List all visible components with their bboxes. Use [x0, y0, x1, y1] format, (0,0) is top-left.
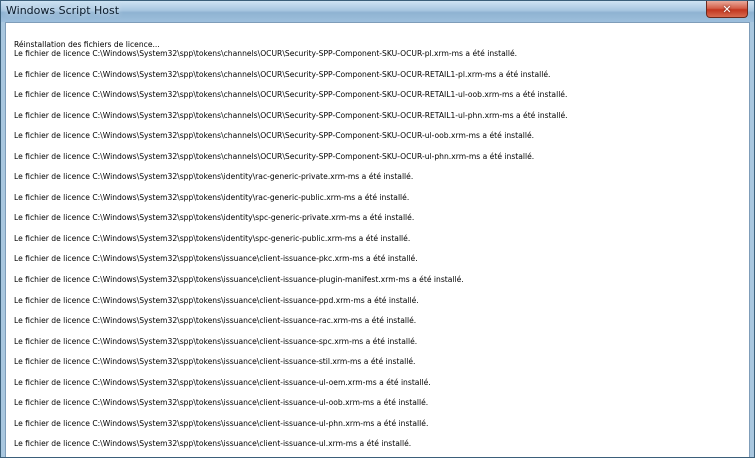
close-button[interactable]: ✕	[706, 1, 748, 18]
license-line: Le fichier de licence C:\Windows\System3…	[14, 49, 518, 58]
close-icon: ✕	[722, 2, 732, 16]
message-area: Réinstallation des fichiers de licence..…	[5, 22, 750, 457]
license-line: Le fichier de licence C:\Windows\System3…	[14, 172, 414, 182]
license-line: Le fichier de licence C:\Windows\System3…	[14, 192, 410, 202]
license-line: Le fichier de licence C:\Windows\System3…	[14, 69, 551, 79]
license-line: Le fichier de licence C:\Windows\System3…	[14, 336, 418, 346]
license-line: Le fichier de licence C:\Windows\System3…	[14, 377, 431, 387]
license-line: Le fichier de licence C:\Windows\System3…	[14, 110, 568, 120]
license-line: Le fichier de licence C:\Windows\System3…	[14, 357, 416, 367]
license-line: Le fichier de licence C:\Windows\System3…	[14, 254, 418, 264]
message-dialog: Windows Script Host ✕ Réinstallation des…	[0, 0, 755, 458]
license-line: Le fichier de licence C:\Windows\System3…	[14, 213, 415, 223]
title-bar[interactable]: Windows Script Host ✕	[1, 1, 754, 22]
license-line: Le fichier de licence C:\Windows\System3…	[14, 90, 568, 100]
message-header: Réinstallation des fichiers de licence..…	[14, 40, 160, 49]
license-line: Le fichier de licence C:\Windows\System3…	[14, 418, 429, 428]
message-text: Réinstallation des fichiers de licence..…	[14, 40, 743, 457]
license-line: Le fichier de licence C:\Windows\System3…	[14, 131, 535, 141]
window-title: Windows Script Host	[6, 4, 120, 17]
license-line: Le fichier de licence C:\Windows\System3…	[14, 295, 419, 305]
license-line: Le fichier de licence C:\Windows\System3…	[14, 316, 417, 326]
license-line: Le fichier de licence C:\Windows\System3…	[14, 151, 535, 161]
license-line: Le fichier de licence C:\Windows\System3…	[14, 233, 411, 243]
license-line: Le fichier de licence C:\Windows\System3…	[14, 398, 429, 408]
license-line: Le fichier de licence C:\Windows\System3…	[14, 439, 412, 449]
license-line: Le fichier de licence C:\Windows\System3…	[14, 275, 464, 285]
